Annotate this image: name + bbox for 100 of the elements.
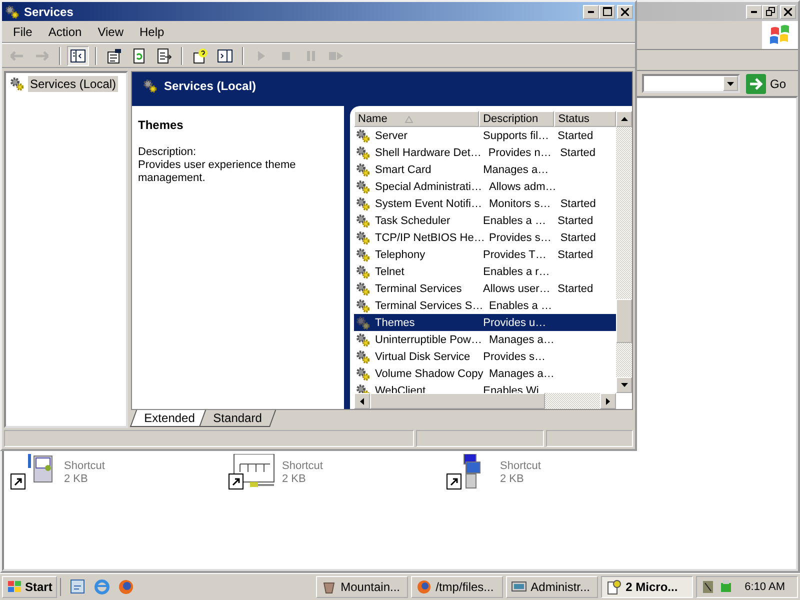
- scroll-down-button[interactable]: [616, 377, 632, 393]
- table-cell-text: Uninterruptible Pow…: [374, 332, 483, 346]
- gears-icon: [355, 246, 371, 262]
- globe-icon: [416, 579, 432, 595]
- down-arrow-icon: [726, 82, 734, 86]
- shortcut-icon[interactable]: [228, 454, 276, 490]
- maximize-button[interactable]: [599, 4, 615, 18]
- table-cell-text: System Event Notifi…: [374, 196, 483, 210]
- table-row[interactable]: Smart Card Manages a…: [354, 161, 616, 178]
- properties-icon: [106, 48, 122, 64]
- taskbar-button[interactable]: Administr...: [506, 576, 598, 598]
- table-cell-text: Terminal Services: [374, 282, 463, 296]
- scroll-thumb[interactable]: [616, 299, 632, 343]
- gears-icon: [9, 76, 25, 92]
- refresh-icon: [131, 48, 147, 64]
- table-cell-text: Enables a …: [488, 298, 553, 312]
- flag-logo: [7, 580, 23, 594]
- tree-pane-icon: [70, 48, 86, 64]
- table-cell-text: Started: [559, 230, 597, 244]
- minimize-icon: [588, 10, 594, 12]
- table-row[interactable]: Telnet Enables a r…: [354, 263, 616, 280]
- gears-icon: [355, 196, 371, 212]
- file-size: 2 KB: [64, 473, 89, 486]
- column-header[interactable]: Status: [554, 111, 616, 127]
- gears-icon: [355, 162, 371, 178]
- column-header[interactable]: Name: [354, 111, 480, 127]
- table-cell-text: Started: [559, 146, 597, 160]
- table-cell-text: Enables a r…: [482, 264, 551, 278]
- flag-logo: [769, 25, 791, 45]
- file-size: 2 KB: [282, 473, 307, 486]
- column-header[interactable]: Description: [479, 111, 554, 127]
- minimize-icon: [751, 10, 757, 12]
- export-list-icon: [156, 48, 172, 64]
- service-title: Themes: [138, 118, 184, 132]
- go-button[interactable]: Go: [746, 74, 794, 94]
- taskbar-button[interactable]: Mountain...: [316, 576, 408, 598]
- restore-icon: [766, 7, 774, 16]
- dropdown-button[interactable]: [722, 76, 738, 91]
- close-button[interactable]: [617, 4, 633, 18]
- gears-icon: [355, 298, 371, 314]
- menu-item[interactable]: File: [6, 22, 40, 40]
- menu-item[interactable]: Help: [132, 22, 172, 40]
- table-row[interactable]: Telephony Provides T… Started: [354, 246, 616, 263]
- scroll-left-button[interactable]: [354, 393, 370, 409]
- table-cell-text: Allows user…: [482, 282, 552, 296]
- gears-icon: [142, 78, 158, 94]
- menu-item[interactable]: View: [90, 22, 130, 40]
- table-cell-text: Telephony: [374, 248, 426, 262]
- table-row[interactable]: Terminal Services S… Enables a …: [354, 297, 616, 314]
- table-row[interactable]: Uninterruptible Pow… Manages a…: [354, 331, 616, 348]
- gears-icon: [355, 230, 371, 246]
- globe-icon[interactable]: [117, 578, 136, 596]
- menu-item[interactable]: Action: [41, 22, 89, 40]
- toolbar-button[interactable]: [67, 46, 89, 66]
- taskbar-button[interactable]: 2 Micro...: [600, 576, 693, 598]
- table-row[interactable]: TCP/IP NetBIOS He… Provides s… Started: [354, 229, 616, 246]
- table-cell-text: Allows adm…: [488, 180, 558, 194]
- start-button[interactable]: Start: [2, 576, 58, 598]
- table-cell-text: Terminal Services S…: [374, 298, 484, 312]
- table-cell-text: Provides u…: [482, 316, 548, 330]
- table-cell-text: Enables a …: [482, 214, 547, 228]
- minimize-button[interactable]: [583, 4, 599, 18]
- close-icon: [621, 8, 629, 16]
- gears-icon: [355, 128, 371, 144]
- file-type: Shortcut: [64, 460, 105, 473]
- address-field[interactable]: [642, 74, 740, 93]
- table-row[interactable]: Shell Hardware Det… Provides n… Started: [354, 144, 616, 161]
- horizontal-scrollbar[interactable]: [354, 393, 616, 409]
- table-row[interactable]: Virtual Disk Service Provides s…: [354, 348, 616, 365]
- close-icon: [784, 8, 792, 16]
- table-row[interactable]: Task Scheduler Enables a … Started: [354, 212, 616, 229]
- table-cell-text: Provides s…: [482, 350, 546, 364]
- document-icon: [606, 579, 622, 595]
- desktop-icon[interactable]: [69, 578, 88, 596]
- table-cell-text: Manages a…: [488, 366, 556, 380]
- table-row[interactable]: Terminal Services Allows user… Started: [354, 280, 616, 297]
- scroll-thumb[interactable]: [370, 393, 545, 409]
- scroll-up-button[interactable]: [616, 111, 632, 127]
- down-arrow-icon: [620, 383, 628, 387]
- table-cell-text: Provides T…: [482, 248, 548, 262]
- table-cell-text: Volume Shadow Copy: [374, 366, 484, 380]
- table-row[interactable]: Special Administrati… Allows adm…: [354, 178, 616, 195]
- taskbar-button[interactable]: /tmp/files...: [410, 576, 503, 598]
- table-cell-text: Telnet: [374, 264, 406, 278]
- gears-icon: [355, 348, 371, 364]
- table-row[interactable]: Server Supports fil… Started: [354, 127, 616, 144]
- gears-icon: [355, 314, 371, 330]
- table-cell-text: Provides s…: [488, 230, 552, 244]
- view-tab[interactable]: Standard: [198, 410, 276, 427]
- tree-item[interactable]: Services (Local): [28, 76, 118, 92]
- table-cell-text: TCP/IP NetBIOS He…: [374, 230, 486, 244]
- scroll-right-button[interactable]: [600, 393, 616, 409]
- table-row[interactable]: System Event Notifi… Monitors s… Started: [354, 195, 616, 212]
- table-cell-text: Special Administrati…: [374, 180, 483, 194]
- vertical-scrollbar[interactable]: [616, 111, 632, 393]
- table-row[interactable]: Volume Shadow Copy Manages a…: [354, 365, 616, 382]
- table-row[interactable]: Themes Provides u…: [354, 314, 616, 331]
- table-cell-text: Manages a…: [488, 332, 556, 346]
- table-cell-text: Manages a…: [482, 162, 550, 176]
- description-label: Description:: [138, 146, 198, 159]
